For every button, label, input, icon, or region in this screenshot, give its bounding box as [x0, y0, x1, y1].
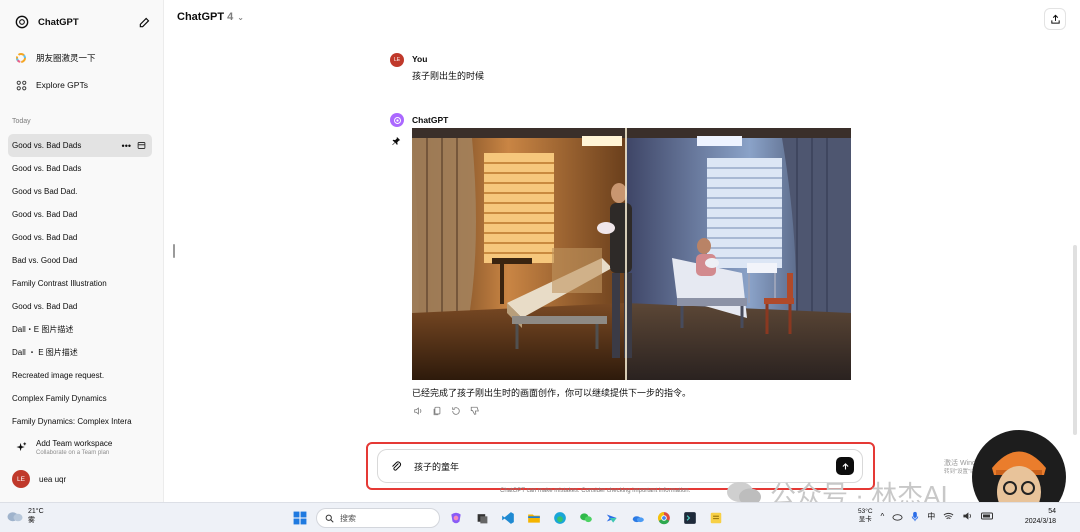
new-chat-row[interactable]: ChatGPT — [8, 8, 156, 36]
generated-image[interactable] — [412, 128, 851, 380]
user-menu[interactable]: LE uea uqr — [8, 466, 156, 492]
chat-item[interactable]: Good vs. Bad Dad — [8, 203, 152, 226]
chat-item[interactable]: Good vs. Bad Dads ••• — [8, 134, 152, 157]
sidebar-gpt-label: Explore GPTs — [36, 80, 88, 90]
sidebar-section-today: Today — [12, 118, 31, 125]
windows-start-icon[interactable] — [290, 508, 310, 528]
avatar: LE — [12, 470, 30, 488]
edge-icon[interactable] — [550, 508, 570, 528]
sidebar-resize-handle[interactable] — [173, 244, 175, 258]
message-input[interactable]: 孩子的童年 — [414, 460, 836, 473]
send-button[interactable] — [836, 457, 854, 475]
user-name: uea uqr — [39, 474, 67, 484]
sidebar: ChatGPT 朋友圈激灵一下 Explore GPTs Today Good … — [0, 0, 164, 502]
user-message-avatar: LE — [390, 53, 404, 67]
chat-item[interactable]: Good vs Bad Dad. — [8, 180, 152, 203]
chat-scrollbar[interactable] — [1073, 245, 1077, 435]
regenerate-icon[interactable] — [450, 405, 461, 416]
cloud-icon — [7, 512, 23, 522]
sidebar-gpt-pengyouquan[interactable]: 朋友圈激灵一下 — [8, 46, 156, 70]
model-version: 4 — [227, 11, 234, 23]
openai-logo-icon — [393, 116, 401, 124]
assistant-message-text: 已经完成了孩子刚出生时的画面创作，你可以继续提供下一步的指令。 — [412, 388, 692, 398]
chevron-down-icon: ⌄ — [237, 12, 244, 22]
team-title: Add Team workspace — [36, 438, 113, 448]
file-explorer-icon[interactable] — [524, 508, 544, 528]
sparkle-plus-icon — [12, 441, 30, 453]
task-view-icon[interactable] — [472, 508, 492, 528]
ime-indicator[interactable]: 中 — [927, 511, 935, 522]
disclaimer-text: ChatGPT can make mistakes. Consider chec… — [500, 488, 691, 494]
clock-time: 54 — [1048, 508, 1056, 515]
system-tray: 53°C 显卡 ^ 中 — [858, 508, 995, 524]
chat-item[interactable]: Family Contrast Illustration — [8, 272, 152, 295]
copilot-icon[interactable] — [446, 508, 466, 528]
archive-icon[interactable] — [137, 141, 146, 150]
chat-history-list: Good vs. Bad Dads ••• Good vs. Bad Dads … — [8, 134, 152, 433]
weather-desc: 雾 — [28, 517, 35, 524]
chat-item[interactable]: Good vs. Bad Dads — [8, 157, 152, 180]
weather-widget[interactable]: 21°C 雾 — [6, 507, 44, 525]
chat-item[interactable]: Bad vs. Good Dad — [8, 249, 152, 272]
battery-icon[interactable] — [981, 512, 995, 520]
system-clock[interactable]: 54 2024/3/18 — [1016, 507, 1056, 527]
clock-date: 2024/3/18 — [1024, 518, 1056, 525]
chat-item[interactable]: Family Dynamics: Complex Intera — [8, 410, 152, 433]
assistant-message-author: ChatGPT — [412, 115, 449, 125]
more-options-icon[interactable]: ••• — [122, 141, 131, 151]
windows-taskbar: 21°C 雾 搜索 53°C 显卡 ^ 中 54 2024/3/18 — [0, 502, 1080, 532]
chat-item[interactable]: Dall ・ E 图片描述 — [8, 341, 152, 364]
color-ring-icon — [14, 51, 28, 65]
sidebar-explore-gpts[interactable]: Explore GPTs — [8, 73, 156, 97]
arrow-up-icon — [841, 462, 849, 469]
add-team-workspace-button[interactable]: Add Team workspace Collaborate on a Team… — [8, 432, 156, 462]
share-button[interactable] — [1044, 8, 1066, 30]
microphone-icon[interactable] — [911, 511, 919, 522]
gpu-temp[interactable]: 53°C 显卡 — [858, 508, 873, 524]
user-message-author: You — [412, 54, 428, 64]
chrome-icon[interactable] — [654, 508, 674, 528]
chat-item[interactable]: Good vs. Bad Dad — [8, 226, 152, 249]
pin-icon[interactable] — [391, 136, 401, 146]
vscode-icon[interactable] — [498, 508, 518, 528]
model-selector[interactable]: ChatGPT 4 ⌄ — [177, 11, 244, 23]
openai-logo-icon — [15, 15, 29, 29]
volume-icon[interactable] — [962, 511, 973, 521]
chat-item[interactable]: Good vs. Bad Dad — [8, 295, 152, 318]
onedrive-icon[interactable] — [628, 508, 648, 528]
taskbar-apps: 搜索 — [290, 508, 726, 528]
message-actions — [412, 405, 480, 416]
thumbs-down-icon[interactable] — [469, 405, 480, 416]
user-message-text: 孩子刚出生的时候 — [412, 71, 485, 81]
sidebar-brand: ChatGPT — [38, 16, 79, 28]
terminal-app-icon[interactable] — [680, 508, 700, 528]
chatgpt-avatar — [390, 113, 404, 127]
sidebar-gpt-label: 朋友圈激灵一下 — [36, 53, 96, 63]
taskbar-search[interactable]: 搜索 — [316, 508, 440, 528]
new-chat-edit-icon[interactable] — [138, 15, 152, 29]
chat-item[interactable]: Dall・E 图片描述 — [8, 318, 152, 341]
wechat-icon[interactable] — [576, 508, 596, 528]
copy-icon[interactable] — [431, 405, 442, 416]
team-subtitle: Collaborate on a Team plan — [36, 449, 110, 456]
chatgpt-app: ChatGPT 朋友圈激灵一下 Explore GPTs Today Good … — [0, 0, 1080, 524]
attach-paperclip-icon[interactable] — [390, 460, 404, 472]
search-icon — [325, 514, 334, 523]
feishu-icon[interactable] — [602, 508, 622, 528]
weather-temp: 21°C — [28, 508, 44, 515]
cloud-sync-icon[interactable] — [892, 512, 903, 521]
notes-app-icon[interactable] — [706, 508, 726, 528]
grid-icon — [14, 78, 28, 92]
chevron-up-icon[interactable]: ^ — [881, 512, 885, 521]
read-aloud-icon[interactable] — [412, 405, 423, 416]
chat-item[interactable]: Recreated image request. — [8, 364, 152, 387]
model-name: ChatGPT — [177, 11, 225, 23]
share-icon — [1050, 14, 1060, 24]
wifi-icon[interactable] — [943, 512, 954, 521]
chat-item[interactable]: Complex Family Dynamics — [8, 387, 152, 410]
